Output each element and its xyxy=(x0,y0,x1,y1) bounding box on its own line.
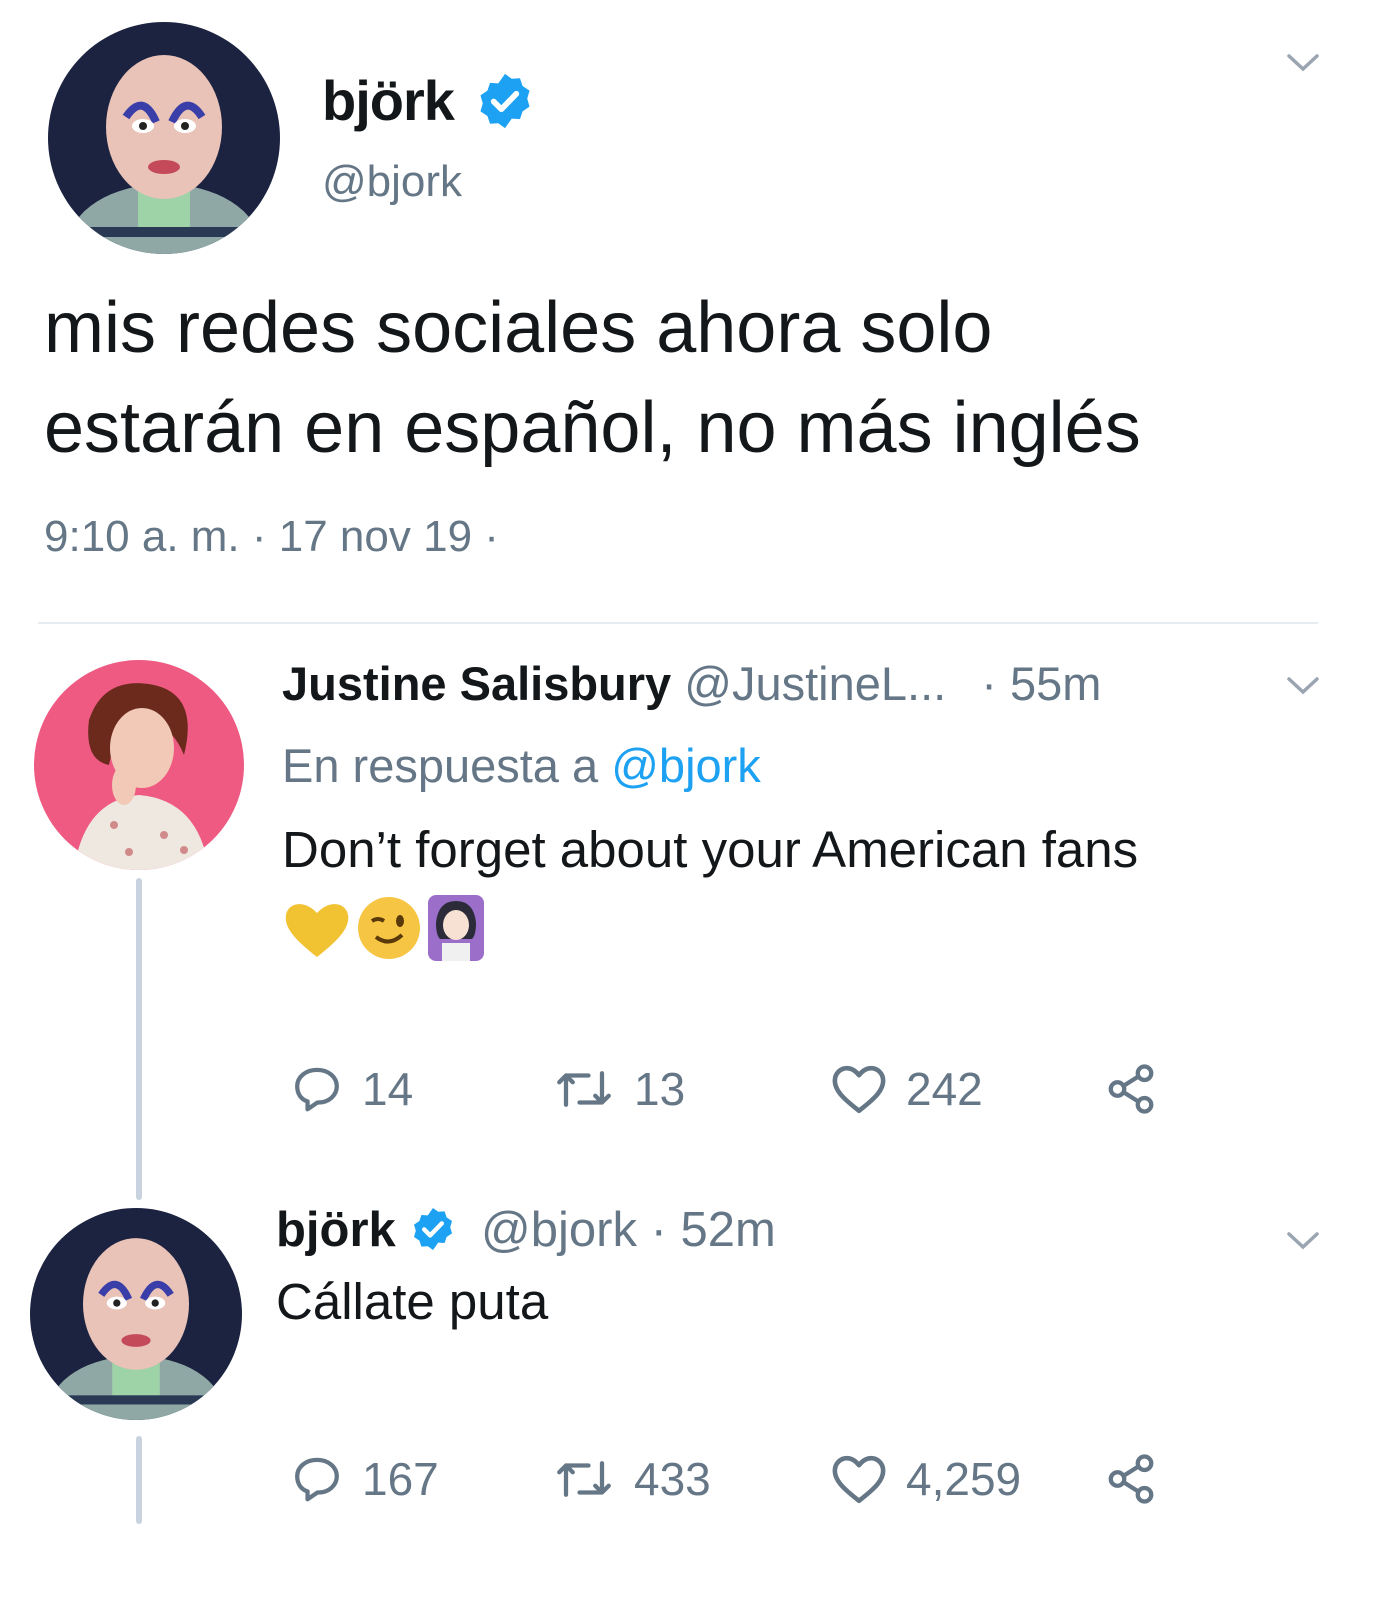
retweet-icon xyxy=(557,1461,611,1497)
share-button[interactable] xyxy=(1102,1062,1160,1116)
bjork-avatar-main[interactable] xyxy=(48,22,280,254)
retweet-button[interactable]: 13 xyxy=(552,1062,685,1116)
like-count: 4,259 xyxy=(906,1453,1022,1505)
main-tweet-text: mis redes sociales ahora solo estarán en… xyxy=(44,278,1374,478)
thread-line xyxy=(136,1436,142,1524)
chevron-down-icon[interactable] xyxy=(1283,1228,1323,1254)
main-handle[interactable]: @bjork xyxy=(322,157,462,207)
reply-count: 167 xyxy=(362,1453,439,1505)
like-count: 242 xyxy=(906,1063,983,1115)
justine-avatar[interactable] xyxy=(34,660,244,870)
like-button[interactable]: 242 xyxy=(830,1062,983,1116)
reply-1-emojis xyxy=(282,895,502,965)
verified-badge-icon xyxy=(414,1208,453,1251)
reply-2-handle[interactable]: @bjork xyxy=(481,1203,637,1257)
retweet-icon xyxy=(557,1071,611,1107)
heart-icon xyxy=(832,1065,886,1114)
reply-prefix: En respuesta a xyxy=(282,739,599,792)
divider xyxy=(38,622,1318,624)
reply-2-header: björk @bjork · 52m xyxy=(276,1202,776,1258)
woman-gesturing-icon xyxy=(428,895,484,961)
reply-1-text: Don’t forget about your American fans xyxy=(282,821,1139,878)
main-text-line-2: estarán en español, no más inglés xyxy=(44,388,1141,468)
chevron-down-icon[interactable] xyxy=(1283,50,1323,76)
reply-1-header: Justine Salisbury @JustineL... · 55m xyxy=(282,656,1101,711)
thread-line xyxy=(136,878,142,1200)
retweet-button[interactable]: 433 xyxy=(552,1452,711,1506)
reply-icon xyxy=(295,1457,339,1502)
winking-face-icon xyxy=(358,897,420,959)
main-text-line-1: mis redes sociales ahora solo xyxy=(44,288,993,368)
share-button[interactable] xyxy=(1102,1452,1160,1506)
reply-to-link[interactable]: @bjork xyxy=(611,739,761,792)
main-display-name-row: björk xyxy=(322,68,536,133)
retweet-count: 433 xyxy=(634,1453,711,1505)
reply-1-time[interactable]: · 55m xyxy=(981,657,1101,710)
reply-2-text: Cállate puta xyxy=(276,1273,549,1330)
share-icon xyxy=(1108,1454,1154,1504)
bjork-avatar-reply[interactable] xyxy=(30,1208,242,1420)
reply-1-in-reply-to: En respuesta a @bjork xyxy=(282,738,761,793)
share-icon xyxy=(1108,1064,1154,1114)
retweet-count: 13 xyxy=(634,1063,686,1115)
display-name[interactable]: björk xyxy=(322,69,455,132)
reply-2-display-name[interactable]: björk xyxy=(276,1203,396,1257)
reply-1-display-name[interactable]: Justine Salisbury xyxy=(282,657,671,710)
main-timestamp[interactable]: 9:10 a. m. · 17 nov 19 · xyxy=(44,512,499,562)
verified-badge-icon xyxy=(480,74,531,129)
yellow-heart-icon xyxy=(285,904,349,957)
reply-button[interactable]: 167 xyxy=(290,1452,439,1506)
heart-icon xyxy=(832,1455,886,1504)
reply-count: 14 xyxy=(362,1063,414,1115)
reply-1-handle[interactable]: @JustineL... xyxy=(684,657,946,710)
like-button[interactable]: 4,259 xyxy=(830,1452,1021,1506)
reply-2-time[interactable]: · 52m xyxy=(651,1203,776,1257)
reply-1-actions: 14 13 242 xyxy=(290,1062,1190,1122)
reply-icon xyxy=(295,1067,339,1112)
reply-2-actions: 167 433 4,259 xyxy=(290,1452,1190,1512)
chevron-down-icon[interactable] xyxy=(1283,673,1323,699)
reply-button[interactable]: 14 xyxy=(290,1062,413,1116)
